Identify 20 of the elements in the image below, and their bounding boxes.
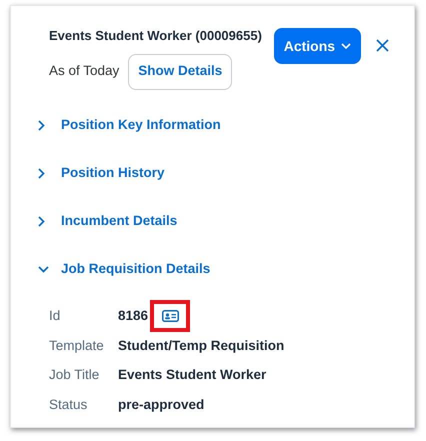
actions-button[interactable]: Actions: [274, 28, 361, 64]
section-header[interactable]: Job Requisition Details: [61, 259, 210, 280]
section-header[interactable]: Position Key Information: [61, 115, 221, 136]
field-label: Id: [49, 307, 62, 326]
section-header[interactable]: Incumbent Details: [61, 211, 178, 232]
close-icon: [376, 38, 390, 52]
id-card-icon[interactable]: [162, 310, 179, 322]
section-header[interactable]: Position History: [61, 163, 165, 184]
chevron-down-icon: [341, 42, 352, 50]
field-value: 8186: [118, 307, 148, 326]
field-label: Template: [49, 336, 105, 355]
show-details-button[interactable]: Show Details: [128, 54, 232, 90]
field-value: Student/Temp Requisition: [118, 336, 284, 355]
record-title: Events Student Worker (00009655): [49, 27, 262, 45]
field-value: Events Student Worker: [118, 366, 266, 384]
as-of-label: As of Today: [49, 62, 120, 80]
field-value: pre-approved: [118, 396, 204, 414]
field-label: Status: [49, 396, 88, 414]
close-button[interactable]: [374, 37, 391, 53]
field-label: Job Title: [49, 366, 100, 384]
